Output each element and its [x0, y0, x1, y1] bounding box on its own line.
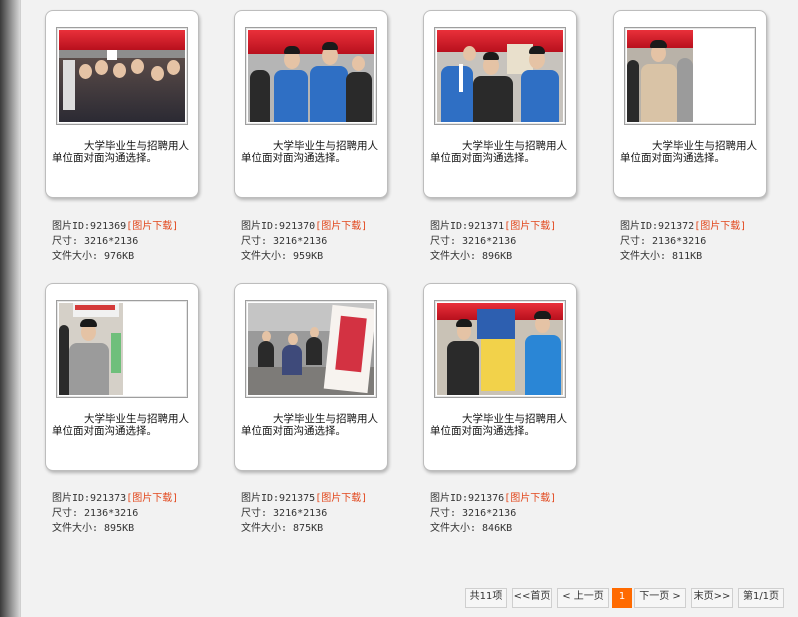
photo-card[interactable]: 大学毕业生与招聘用人单位面对面沟通选择。 — [45, 10, 199, 198]
photo-dimensions: 尺寸: 3216*2136 — [52, 236, 139, 247]
photo-file-size: 文件大小: 896KB — [430, 251, 513, 262]
photo-dimensions: 尺寸: 3216*2136 — [430, 508, 517, 519]
photo-meta: 图片ID:921372[图片下载] 尺寸: 2136*3216 文件大小: 81… — [620, 219, 798, 264]
photo-card[interactable]: 大学毕业生与招聘用人单位面对面沟通选择。 — [45, 283, 199, 471]
photo-dimensions: 尺寸: 2136*3216 — [52, 508, 139, 519]
photo-id: 图片ID:921376 — [430, 493, 505, 504]
download-link[interactable]: [图片下载] — [126, 493, 178, 504]
photo-card[interactable]: 大学毕业生与招聘用人单位面对面沟通选择。 — [423, 283, 577, 471]
pagination-next-button[interactable]: 下一页 > — [634, 588, 686, 608]
photo-dimensions: 尺寸: 2136*3216 — [620, 236, 707, 247]
photo-meta: 图片ID:921375[图片下载] 尺寸: 3216*2136 文件大小: 87… — [241, 491, 421, 536]
photo-dimensions: 尺寸: 3216*2136 — [241, 236, 328, 247]
photo-caption: 大学毕业生与招聘用人单位面对面沟通选择。 — [52, 413, 189, 437]
download-link[interactable]: [图片下载] — [315, 221, 367, 232]
photo-thumbnail[interactable] — [434, 27, 566, 125]
photo-file-size: 文件大小: 976KB — [52, 251, 135, 262]
photo-file-size: 文件大小: 875KB — [241, 523, 324, 534]
photo-caption: 大学毕业生与招聘用人单位面对面沟通选择。 — [241, 413, 378, 437]
photo-caption: 大学毕业生与招聘用人单位面对面沟通选择。 — [620, 140, 757, 164]
pagination-current-page[interactable]: 1 — [612, 588, 632, 608]
download-link[interactable]: [图片下载] — [504, 221, 556, 232]
photo-thumbnail[interactable] — [56, 27, 188, 125]
download-link[interactable]: [图片下载] — [126, 221, 178, 232]
photo-meta: 图片ID:921371[图片下载] 尺寸: 3216*2136 文件大小: 89… — [430, 219, 610, 264]
photo-caption: 大学毕业生与招聘用人单位面对面沟通选择。 — [241, 140, 378, 164]
pagination-page-info: 第1/1页 — [738, 588, 784, 608]
photo-thumbnail[interactable] — [56, 300, 188, 398]
photo-id: 图片ID:921371 — [430, 221, 505, 232]
pagination-last-button[interactable]: 末页>> — [691, 588, 733, 608]
photo-id: 图片ID:921372 — [620, 221, 695, 232]
photo-id: 图片ID:921369 — [52, 221, 127, 232]
photo-thumbnail[interactable] — [434, 300, 566, 398]
photo-caption: 大学毕业生与招聘用人单位面对面沟通选择。 — [430, 140, 567, 164]
photo-card[interactable]: 大学毕业生与招聘用人单位面对面沟通选择。 — [613, 10, 767, 198]
photo-meta: 图片ID:921376[图片下载] 尺寸: 3216*2136 文件大小: 84… — [430, 491, 610, 536]
photo-thumbnail[interactable] — [245, 300, 377, 398]
photo-meta: 图片ID:921369[图片下载] 尺寸: 3216*2136 文件大小: 97… — [52, 219, 232, 264]
pagination-first-button[interactable]: <<首页 — [512, 588, 552, 608]
photo-id: 图片ID:921373 — [52, 493, 127, 504]
download-link[interactable]: [图片下载] — [694, 221, 746, 232]
photo-caption: 大学毕业生与招聘用人单位面对面沟通选择。 — [52, 140, 189, 164]
photo-meta: 图片ID:921373[图片下载] 尺寸: 2136*3216 文件大小: 89… — [52, 491, 232, 536]
pagination-total: 共11项 — [465, 588, 507, 608]
photo-card[interactable]: 大学毕业生与招聘用人单位面对面沟通选择。 — [423, 10, 577, 198]
photo-card[interactable]: 大学毕业生与招聘用人单位面对面沟通选择。 — [234, 283, 388, 471]
photo-id: 图片ID:921375 — [241, 493, 316, 504]
photo-caption: 大学毕业生与招聘用人单位面对面沟通选择。 — [430, 413, 567, 437]
photo-file-size: 文件大小: 895KB — [52, 523, 135, 534]
pagination-prev-button[interactable]: < 上一页 — [557, 588, 609, 608]
photo-meta: 图片ID:921370[图片下载] 尺寸: 3216*2136 文件大小: 95… — [241, 219, 421, 264]
photo-dimensions: 尺寸: 3216*2136 — [430, 236, 517, 247]
download-link[interactable]: [图片下载] — [504, 493, 556, 504]
photo-file-size: 文件大小: 959KB — [241, 251, 324, 262]
window-edge-shadow — [0, 0, 20, 617]
photo-id: 图片ID:921370 — [241, 221, 316, 232]
photo-file-size: 文件大小: 846KB — [430, 523, 513, 534]
photo-thumbnail[interactable] — [624, 27, 756, 125]
photo-dimensions: 尺寸: 3216*2136 — [241, 508, 328, 519]
photo-file-size: 文件大小: 811KB — [620, 251, 703, 262]
download-link[interactable]: [图片下载] — [315, 493, 367, 504]
photo-card[interactable]: 大学毕业生与招聘用人单位面对面沟通选择。 — [234, 10, 388, 198]
photo-thumbnail[interactable] — [245, 27, 377, 125]
